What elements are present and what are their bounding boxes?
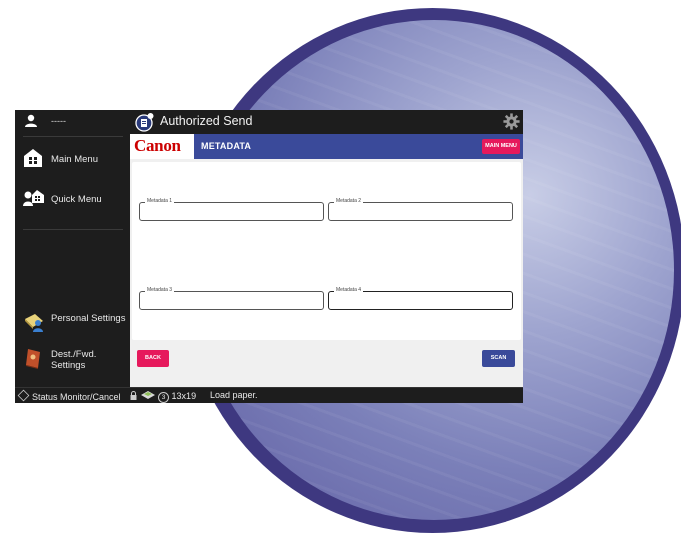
page-title: METADATA [201, 141, 252, 151]
scan-button[interactable]: SCAN [482, 350, 515, 367]
brand-name: Canon [134, 136, 181, 155]
job-count-badge: 3 [158, 392, 170, 403]
paper-tray-icon [140, 391, 155, 399]
sidebar-item-main-menu[interactable]: Main Menu [15, 142, 130, 176]
status-monitor-icon [17, 389, 30, 402]
sidebar-item-label: Quick Menu [51, 194, 102, 205]
metadata-3-field[interactable]: Metadata 3 [139, 287, 324, 310]
metadata-4-field[interactable]: Metadata 4 [328, 287, 513, 310]
metadata-form: Metadata 1 Metadata 2 Metadata 3 Metadat… [132, 162, 521, 340]
paper-size: 13x19 [171, 391, 197, 401]
app-title-bar: Authorized Send [130, 110, 523, 134]
status-monitor-button[interactable]: Status Monitor/Cancel [17, 389, 121, 402]
home-icon [23, 148, 43, 173]
field-label: Metadata 1 [145, 198, 175, 204]
job-status: 3 13x19 [130, 390, 196, 403]
user-login-button[interactable]: ----- [15, 110, 130, 134]
field-label: Metadata 2 [334, 198, 364, 204]
field-label: Metadata 3 [145, 287, 175, 293]
screen-header: Canon METADATA MAIN MENU [130, 134, 523, 159]
sidebar-item-personal-settings[interactable]: Personal Settings [15, 306, 130, 340]
device-screen: ----- Main Menu Quick Menu Personal Sett… [15, 110, 523, 403]
action-bar: BACK SCAN [132, 343, 521, 387]
sidebar-item-dest-fwd-settings[interactable]: Dest./Fwd. Settings [15, 344, 130, 378]
sidebar-divider [23, 229, 123, 230]
metadata-2-field[interactable]: Metadata 2 [328, 198, 513, 221]
personal-settings-icon [23, 311, 45, 338]
address-book-icon [23, 347, 45, 374]
lock-icon [130, 391, 137, 400]
app-title: Authorized Send [160, 114, 253, 128]
status-monitor-label: Status Monitor/Cancel [32, 392, 121, 402]
sidebar-item-quick-menu[interactable]: Quick Menu [15, 183, 130, 217]
sidebar-item-label: Dest./Fwd. Settings [51, 349, 97, 371]
status-bar: Status Monitor/Cancel 3 13x19 Load paper… [15, 387, 523, 403]
gear-icon[interactable] [503, 113, 520, 135]
quick-menu-icon [23, 189, 45, 214]
status-message: Load paper. [210, 390, 258, 400]
canon-logo: Canon [130, 134, 194, 159]
sidebar-divider [23, 136, 123, 137]
metadata-1-field[interactable]: Metadata 1 [139, 198, 324, 221]
sidebar-item-label: Personal Settings [51, 313, 126, 324]
user-icon [24, 114, 38, 133]
main-content: Metadata 1 Metadata 2 Metadata 3 Metadat… [130, 159, 523, 387]
sidebar: ----- Main Menu Quick Menu Personal Sett… [15, 110, 130, 387]
main-menu-button[interactable]: MAIN MENU [482, 139, 520, 154]
back-button[interactable]: BACK [137, 350, 169, 367]
field-label: Metadata 4 [334, 287, 364, 293]
user-name: ----- [51, 116, 66, 126]
sidebar-item-label: Main Menu [51, 154, 98, 165]
